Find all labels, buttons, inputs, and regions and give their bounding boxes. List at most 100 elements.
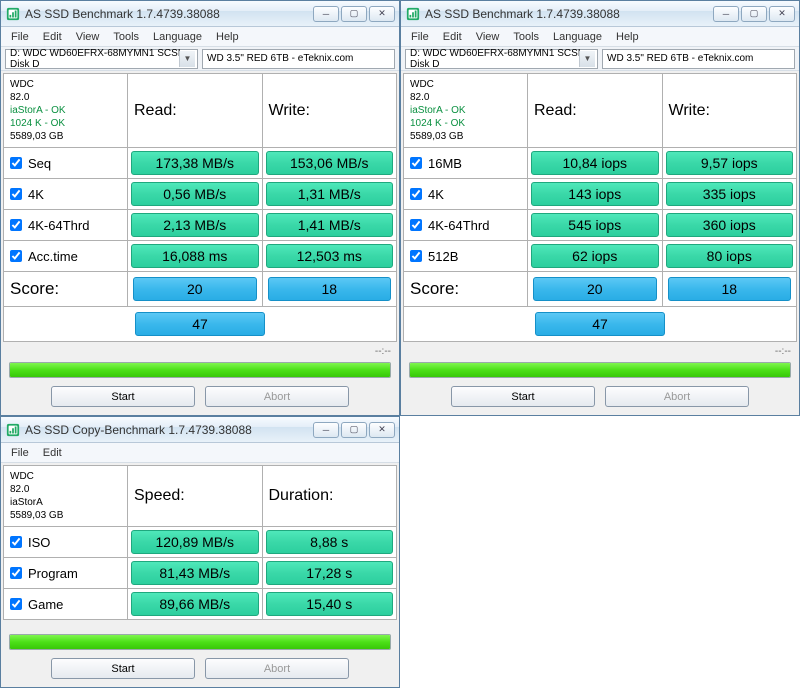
row-4k64: 4K-64Thrd: [404, 210, 528, 240]
check-program[interactable]: [10, 567, 22, 579]
score-write: 18: [268, 277, 392, 301]
row-4k: 4K: [4, 179, 128, 209]
results-grid: WDC 82.0 iaStorA - OK 1024 K - OK 5589,0…: [403, 73, 797, 342]
16mb-read: 10,84 iops: [531, 151, 659, 175]
4k64-read: 545 iops: [531, 213, 659, 237]
row-acc: Acc.time: [4, 241, 128, 271]
check-acc[interactable]: [10, 250, 22, 262]
check-4k64[interactable]: [10, 219, 22, 231]
chevron-down-icon: ▼: [579, 51, 595, 67]
drive-info: WDC 82.0 iaStorA - OK 1024 K - OK 5589,0…: [4, 74, 128, 147]
check-game[interactable]: [10, 598, 22, 610]
results-grid: WDC 82.0 iaStorA 5589,03 GB Speed: Durat…: [3, 465, 397, 620]
toolbar: D: WDC WD60EFRX-68MYMN1 SCSI Disk D ▼ WD…: [401, 47, 799, 71]
check-4k[interactable]: [10, 188, 22, 200]
iso-speed: 120,89 MB/s: [131, 530, 259, 554]
menu-file[interactable]: File: [405, 29, 435, 45]
benchmark-window-1: AS SSD Benchmark 1.7.4739.38088 ─ ▢ ✕ Fi…: [0, 0, 400, 416]
check-512b[interactable]: [410, 250, 422, 262]
acc-write: 12,503 ms: [266, 244, 394, 268]
start-button[interactable]: Start: [51, 386, 195, 407]
score-write: 18: [668, 277, 792, 301]
header-read: Read:: [128, 74, 263, 147]
row-4k: 4K: [404, 179, 528, 209]
maximize-button[interactable]: ▢: [341, 6, 367, 22]
titlebar[interactable]: AS SSD Benchmark 1.7.4739.38088 ─ ▢ ✕: [401, 1, 799, 27]
check-16mb[interactable]: [410, 157, 422, 169]
drive-info: WDC 82.0 iaStorA - OK 1024 K - OK 5589,0…: [404, 74, 528, 147]
4k-write: 335 iops: [666, 182, 794, 206]
menu-edit[interactable]: Edit: [37, 29, 68, 45]
menu-file[interactable]: File: [5, 29, 35, 45]
abort-button[interactable]: Abort: [605, 386, 749, 407]
acc-read: 16,088 ms: [131, 244, 259, 268]
minimize-button[interactable]: ─: [313, 422, 339, 438]
check-4k64[interactable]: [410, 219, 422, 231]
menu-help[interactable]: Help: [610, 29, 645, 45]
row-16mb: 16MB: [404, 148, 528, 178]
start-button[interactable]: Start: [51, 658, 195, 679]
row-512b: 512B: [404, 241, 528, 271]
score-read: 20: [133, 277, 257, 301]
titlebar[interactable]: AS SSD Benchmark 1.7.4739.38088 ─ ▢ ✕: [1, 1, 399, 27]
chevron-down-icon: ▼: [179, 51, 195, 67]
copy-benchmark-window: AS SSD Copy-Benchmark 1.7.4739.38088 ─ ▢…: [0, 416, 400, 688]
menu-help[interactable]: Help: [210, 29, 245, 45]
menu-file[interactable]: File: [5, 445, 35, 461]
close-button[interactable]: ✕: [369, 422, 395, 438]
app-icon: [405, 6, 421, 22]
minimize-button[interactable]: ─: [713, 6, 739, 22]
header-write: Write:: [663, 74, 797, 147]
titlebar[interactable]: AS SSD Copy-Benchmark 1.7.4739.38088 ─ ▢…: [1, 417, 399, 443]
start-button[interactable]: Start: [451, 386, 595, 407]
row-4k64: 4K-64Thrd: [4, 210, 128, 240]
progress-bar: [9, 634, 391, 650]
header-duration: Duration:: [263, 466, 397, 526]
maximize-button[interactable]: ▢: [341, 422, 367, 438]
menu-view[interactable]: View: [470, 29, 506, 45]
window-title: AS SSD Copy-Benchmark 1.7.4739.38088: [25, 423, 309, 437]
minimize-button[interactable]: ─: [313, 6, 339, 22]
game-dur: 15,40 s: [266, 592, 394, 616]
app-icon: [5, 422, 21, 438]
abort-button[interactable]: Abort: [205, 386, 349, 407]
toolbar: D: WDC WD60EFRX-68MYMN1 SCSI Disk D ▼ WD…: [1, 47, 399, 71]
close-button[interactable]: ✕: [369, 6, 395, 22]
check-seq[interactable]: [10, 157, 22, 169]
status-bar: --:--: [403, 342, 797, 360]
drive-label-input[interactable]: WD 3.5" RED 6TB - eTeknix.com: [602, 49, 795, 69]
drive-select[interactable]: D: WDC WD60EFRX-68MYMN1 SCSI Disk D ▼: [5, 49, 198, 69]
progress-bar: [409, 362, 791, 378]
drive-select-value: D: WDC WD60EFRX-68MYMN1 SCSI Disk D: [410, 48, 593, 70]
score-total: 47: [535, 312, 665, 336]
drive-select[interactable]: D: WDC WD60EFRX-68MYMN1 SCSI Disk D ▼: [405, 49, 598, 69]
menu-tools[interactable]: Tools: [507, 29, 545, 45]
program-dur: 17,28 s: [266, 561, 394, 585]
header-read: Read:: [528, 74, 663, 147]
menu-edit[interactable]: Edit: [37, 445, 68, 461]
4k64-read: 2,13 MB/s: [131, 213, 259, 237]
progress-bar: [9, 362, 391, 378]
4k-read: 0,56 MB/s: [131, 182, 259, 206]
4k64-write: 360 iops: [666, 213, 794, 237]
seq-write: 153,06 MB/s: [266, 151, 394, 175]
menu-view[interactable]: View: [70, 29, 106, 45]
drive-label-input[interactable]: WD 3.5" RED 6TB - eTeknix.com: [202, 49, 395, 69]
menu-edit[interactable]: Edit: [437, 29, 468, 45]
menu-tools[interactable]: Tools: [107, 29, 145, 45]
4k-read: 143 iops: [531, 182, 659, 206]
score-label: Score:: [404, 272, 528, 306]
menu-language[interactable]: Language: [547, 29, 608, 45]
app-icon: [5, 6, 21, 22]
check-4k[interactable]: [410, 188, 422, 200]
maximize-button[interactable]: ▢: [741, 6, 767, 22]
close-button[interactable]: ✕: [769, 6, 795, 22]
abort-button[interactable]: Abort: [205, 658, 349, 679]
check-iso[interactable]: [10, 536, 22, 548]
menubar: File Edit View Tools Language Help: [401, 27, 799, 47]
16mb-write: 9,57 iops: [666, 151, 794, 175]
menu-language[interactable]: Language: [147, 29, 208, 45]
menubar: File Edit View Tools Language Help: [1, 27, 399, 47]
game-speed: 89,66 MB/s: [131, 592, 259, 616]
row-program: Program: [4, 558, 128, 588]
